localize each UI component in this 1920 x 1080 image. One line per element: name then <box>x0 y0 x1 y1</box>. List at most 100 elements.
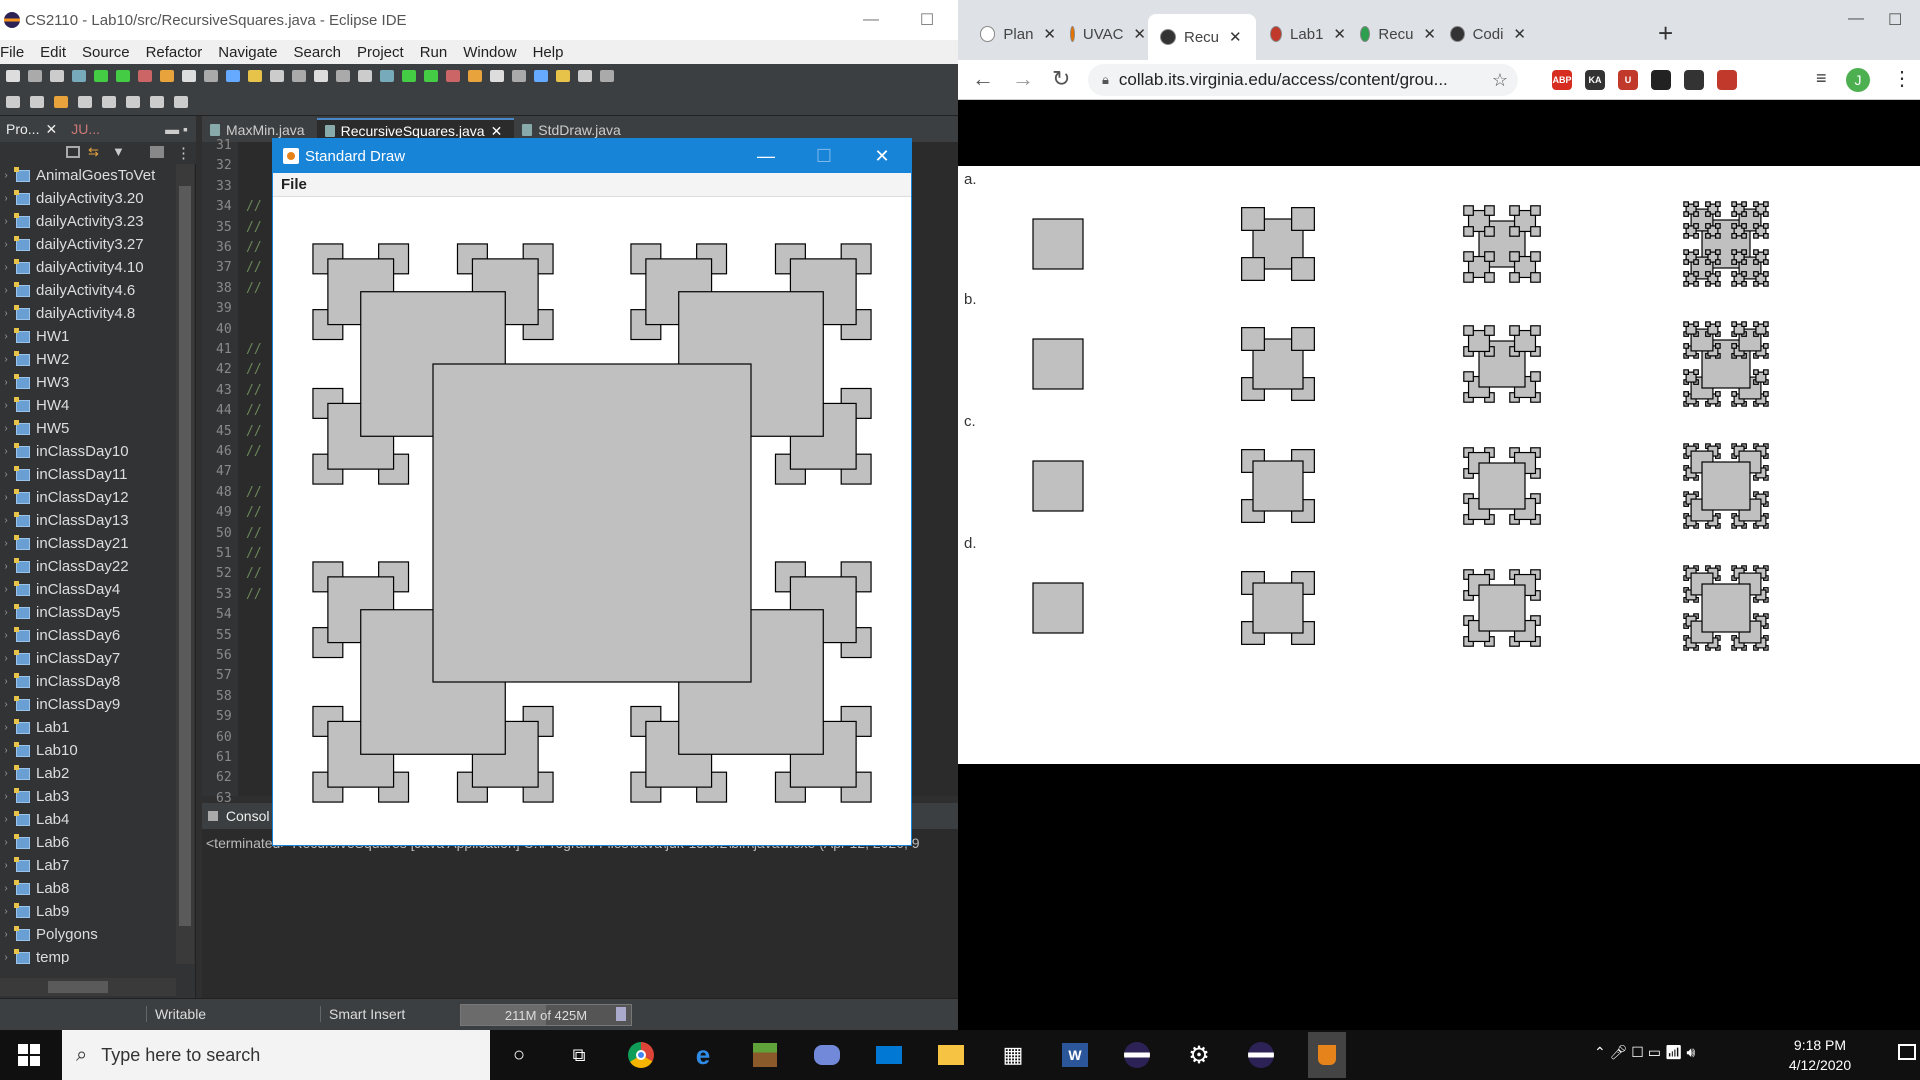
tab-package-explorer[interactable]: Pro... <box>0 121 45 137</box>
chevron-right-icon[interactable]: › <box>0 354 12 365</box>
toolbar-button-icon[interactable] <box>512 70 526 82</box>
toolbar-button-icon[interactable] <box>94 70 108 82</box>
project-item[interactable]: › inClassDay12 <box>0 486 175 509</box>
toolbar-button-icon[interactable] <box>28 70 42 82</box>
minecraft-icon[interactable] <box>750 1040 780 1070</box>
tab-console[interactable]: Consol <box>226 808 270 824</box>
project-item[interactable]: › Lab3 <box>0 785 175 808</box>
horizontal-scrollbar[interactable] <box>0 978 176 996</box>
project-item[interactable]: › dailyActivity3.23 <box>0 210 175 233</box>
heap-status[interactable]: 211M of 425M <box>460 1004 632 1026</box>
chevron-right-icon[interactable]: › <box>0 722 12 733</box>
extension-icon[interactable] <box>1684 70 1704 90</box>
tab-junit[interactable]: JU... <box>65 121 106 137</box>
toolbar-nav-icon[interactable] <box>126 96 140 108</box>
eclipse-app-icon-2[interactable] <box>1246 1040 1276 1070</box>
windows-start-icon[interactable] <box>18 1044 40 1066</box>
eclipse-app-icon[interactable] <box>1122 1040 1152 1070</box>
toolbar-button-icon[interactable] <box>424 70 438 82</box>
close-icon[interactable]: ✕ <box>1513 25 1526 43</box>
chevron-right-icon[interactable]: › <box>0 768 12 779</box>
toolbar-button-icon[interactable] <box>226 70 240 82</box>
extension-icon[interactable] <box>1717 70 1737 90</box>
toolbar-button-icon[interactable] <box>336 70 350 82</box>
project-item[interactable]: › inClassDay11 <box>0 463 175 486</box>
menu-search[interactable]: Search <box>293 44 341 61</box>
project-item[interactable]: › AnimalGoesToVet <box>0 164 175 187</box>
toolbar-button-icon[interactable] <box>556 70 570 82</box>
toolbar-button-icon[interactable] <box>6 70 20 82</box>
toolbar-nav-icon[interactable] <box>6 96 20 108</box>
close-icon[interactable]: ✕ <box>853 139 911 173</box>
project-item[interactable]: › HW5 <box>0 417 175 440</box>
toolbar-button-icon[interactable] <box>116 70 130 82</box>
toolbar-nav-icon[interactable] <box>150 96 164 108</box>
close-icon[interactable]: ✕ <box>1229 28 1242 46</box>
mail-icon[interactable] <box>874 1040 904 1070</box>
menu-window[interactable]: Window <box>463 44 516 61</box>
cortana-icon[interactable]: ○ <box>504 1040 534 1070</box>
minimize-icon[interactable]: — <box>848 0 894 40</box>
minimize-icon[interactable]: — <box>1838 0 1874 38</box>
minimize-view-icon[interactable]: ▬ ▪ <box>165 121 188 137</box>
toolbar-button-icon[interactable] <box>600 70 614 82</box>
file-explorer-icon[interactable] <box>936 1040 966 1070</box>
calculator-icon[interactable]: ▦ <box>998 1040 1028 1070</box>
chevron-right-icon[interactable]: › <box>0 699 12 710</box>
close-icon[interactable]: ✕ <box>1133 25 1146 43</box>
chevron-right-icon[interactable]: › <box>0 469 12 480</box>
browser-tab[interactable]: Plan ✕ <box>968 18 1056 50</box>
toolbar-nav-icon[interactable] <box>102 96 116 108</box>
close-icon[interactable]: ✕ <box>1333 25 1346 43</box>
project-item[interactable]: › Lab1 <box>0 716 175 739</box>
menu-source[interactable]: Source <box>82 44 130 61</box>
project-item[interactable]: › Polygons <box>0 923 175 946</box>
menu-project[interactable]: Project <box>357 44 404 61</box>
chrome-menu-icon[interactable]: ⋮ <box>1892 66 1912 91</box>
toolbar-button-icon[interactable] <box>50 70 64 82</box>
chevron-right-icon[interactable]: › <box>0 860 12 871</box>
chevron-right-icon[interactable]: › <box>0 423 12 434</box>
taskbar-search[interactable]: ⌕ Type here to search <box>62 1030 490 1080</box>
close-icon[interactable]: ✕ <box>491 123 503 140</box>
maximize-icon[interactable]: ☐ <box>1878 0 1912 40</box>
close-icon[interactable]: ✕ <box>1423 25 1436 43</box>
browser-tab[interactable]: Recu ✕ <box>1348 18 1436 50</box>
settings-gear-icon[interactable]: ⚙ <box>1184 1040 1214 1070</box>
maximize-icon[interactable]: ☐ <box>795 139 853 173</box>
address-bar[interactable]: 🔒︎ collab.its.virginia.edu/access/conten… <box>1088 64 1518 96</box>
project-item[interactable]: › dailyActivity4.8 <box>0 302 175 325</box>
chevron-right-icon[interactable]: › <box>0 377 12 388</box>
new-tab-icon[interactable]: + <box>1658 18 1673 49</box>
browser-tab[interactable]: UVAC ✕ <box>1058 18 1146 50</box>
chevron-right-icon[interactable]: › <box>0 193 12 204</box>
system-tray[interactable]: ⌃ 🎤︎ ☐ ▭ 📶︎ 🔊︎ <box>1594 1044 1695 1061</box>
chrome-app-icon[interactable] <box>626 1040 656 1070</box>
bookmark-star-icon[interactable]: ☆ <box>1492 70 1508 91</box>
chevron-right-icon[interactable]: › <box>0 952 12 963</box>
chevron-right-icon[interactable]: › <box>0 745 12 756</box>
browser-tab[interactable]: Recu ✕ <box>1148 14 1256 60</box>
chevron-right-icon[interactable]: › <box>0 239 12 250</box>
chevron-right-icon[interactable]: › <box>0 285 12 296</box>
filter-icon[interactable]: ▼ <box>112 144 125 159</box>
menu-edit[interactable]: Edit <box>40 44 66 61</box>
project-item[interactable]: › dailyActivity4.10 <box>0 256 175 279</box>
project-item[interactable]: › Lab4 <box>0 808 175 831</box>
toolbar-button-icon[interactable] <box>402 70 416 82</box>
toolbar-button-icon[interactable] <box>314 70 328 82</box>
standard-draw-menu[interactable]: File <box>273 173 911 197</box>
menu-run[interactable]: Run <box>420 44 448 61</box>
close-icon[interactable]: ✕ <box>1043 25 1056 43</box>
chevron-right-icon[interactable]: › <box>0 883 12 894</box>
project-item[interactable]: › HW3 <box>0 371 175 394</box>
toolbar-button-icon[interactable] <box>72 70 86 82</box>
clock[interactable]: 9:18 PM 4/12/2020 <box>1760 1035 1880 1075</box>
project-item[interactable]: › inClassDay5 <box>0 601 175 624</box>
toolbar-button-icon[interactable] <box>270 70 284 82</box>
toolbar-button-icon[interactable] <box>248 70 262 82</box>
project-item[interactable]: › inClassDay9 <box>0 693 175 716</box>
toolbar-button-icon[interactable] <box>446 70 460 82</box>
chevron-right-icon[interactable]: › <box>0 791 12 802</box>
forward-icon[interactable]: → <box>1012 66 1034 92</box>
